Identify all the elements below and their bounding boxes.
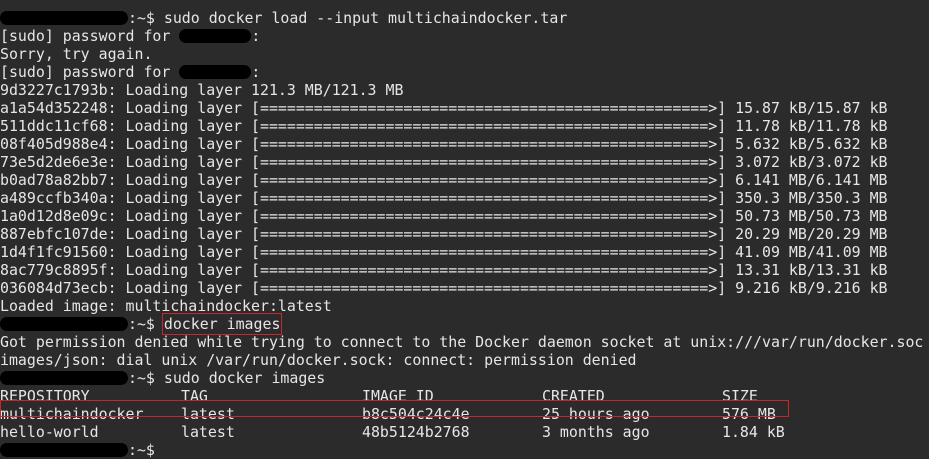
terminal-line: :~$ docker images <box>0 313 929 335</box>
redacted-username <box>179 64 252 79</box>
table-cell: 3 months ago <box>542 423 650 441</box>
output-text: 08f405d988e4: Loading layer [===========… <box>0 135 888 153</box>
terminal-line-final-prompt: :~$ <box>0 441 929 459</box>
terminal-line: images/json: dial unix /var/run/docker.s… <box>0 351 929 369</box>
terminal-line: 1a0d12d8e09c: Loading layer [===========… <box>0 207 929 225</box>
terminal-line: [sudo] password for : <box>0 63 929 81</box>
output-text: 1d4f1fc91560: Loading layer [===========… <box>0 243 888 261</box>
table-cell: 576 MB <box>722 405 776 423</box>
output-text: 8ac779c8895f: Loading layer [===========… <box>0 261 888 279</box>
redacted-username <box>0 10 128 25</box>
command-text: sudo docker load --input multichaindocke… <box>154 9 568 27</box>
terminal-line: 9d3227c1793b: Loading layer 121.3 MB/121… <box>0 81 929 99</box>
sudo-prompt-suffix: : <box>251 27 261 45</box>
terminal-line: 036084d73ecb: Loading layer [===========… <box>0 279 929 297</box>
table-header-cell: SIZE <box>722 387 758 405</box>
output-text: 73e5d2de6e3e: Loading layer [===========… <box>0 153 888 171</box>
table-header-cell: REPOSITORY <box>0 387 90 405</box>
redacted-username <box>0 316 128 331</box>
table-cell: 1.84 kB <box>722 423 785 441</box>
terminal-output[interactable]: :~$ sudo docker load --input multichaind… <box>0 0 929 459</box>
highlighted-command: docker images <box>161 313 283 335</box>
prompt-symbol: :~$ <box>128 441 155 459</box>
terminal-line: 511ddc11cf68: Loading layer [===========… <box>0 117 929 135</box>
redacted-username <box>0 442 128 457</box>
prompt-symbol: :~$ <box>128 315 155 333</box>
table-header-cell: TAG <box>181 387 208 405</box>
terminal-line: :~$ sudo docker load --input multichaind… <box>0 9 929 27</box>
output-text: 1a0d12d8e09c: Loading layer [===========… <box>0 207 888 225</box>
terminal-line: 73e5d2de6e3e: Loading layer [===========… <box>0 153 929 171</box>
terminal-line: 1d4f1fc91560: Loading layer [===========… <box>0 243 929 261</box>
output-text: b0ad78a82bb7: Loading layer [===========… <box>0 171 888 189</box>
table-header-cell: CREATED <box>542 387 605 405</box>
redacted-username <box>0 370 128 385</box>
terminal-line: 08f405d988e4: Loading layer [===========… <box>0 135 929 153</box>
terminal-line: Got permission denied while trying to co… <box>0 333 929 351</box>
sudo-prompt-suffix: : <box>251 63 261 81</box>
output-text: 511ddc11cf68: Loading layer [===========… <box>0 117 888 135</box>
sudo-prompt-text: [sudo] password for <box>0 63 180 81</box>
output-text: images/json: dial unix /var/run/docker.s… <box>0 351 637 369</box>
images-table-header: REPOSITORY TAG IMAGE ID CREATED SIZE <box>0 387 929 405</box>
sudo-prompt-text: [sudo] password for <box>0 27 180 45</box>
table-cell: multichaindocker <box>0 405 144 423</box>
images-table-row: multichaindocker latest b8c504c24c4e 25 hou… <box>0 405 929 423</box>
output-text: Got permission denied while trying to co… <box>0 333 924 351</box>
terminal-line: [sudo] password for : <box>0 27 929 45</box>
terminal-line: Sorry, try again. <box>0 45 929 63</box>
output-text: a1a54d352248: Loading layer [===========… <box>0 99 888 117</box>
terminal-line: b0ad78a82bb7: Loading layer [===========… <box>0 171 929 189</box>
terminal-line-cutoff <box>0 0 929 9</box>
output-text: a489ccfb340a: Loading layer [===========… <box>0 189 888 207</box>
command-text: sudo docker images <box>154 369 326 387</box>
output-text: 887ebfc107de: Loading layer [===========… <box>0 225 888 243</box>
images-table-row: hello-world latest 48b5124b2768 3 months ag… <box>0 423 929 441</box>
terminal-line: 8ac779c8895f: Loading layer [===========… <box>0 261 929 279</box>
prompt-symbol: :~$ <box>128 9 155 27</box>
terminal-line: 887ebfc107de: Loading layer [===========… <box>0 225 929 243</box>
table-header-cell: IMAGE ID <box>362 387 434 405</box>
table-cell: 48b5124b2768 <box>362 423 470 441</box>
terminal-line: :~$ sudo docker images <box>0 369 929 387</box>
redacted-username <box>179 28 252 43</box>
output-text: Sorry, try again. <box>0 45 153 63</box>
terminal-line: a489ccfb340a: Loading layer [===========… <box>0 189 929 207</box>
table-cell: hello-world <box>0 423 99 441</box>
terminal-line: a1a54d352248: Loading layer [===========… <box>0 99 929 117</box>
output-text: 9d3227c1793b: Loading layer 121.3 MB/121… <box>0 81 404 99</box>
table-cell: latest <box>181 405 235 423</box>
terminal-line: Loaded image: multichaindocker:latest <box>0 297 929 315</box>
table-cell: 25 hours ago <box>542 405 650 423</box>
output-text: Loaded image: multichaindocker:latest <box>0 297 332 315</box>
output-text: 036084d73ecb: Loading layer [===========… <box>0 279 888 297</box>
table-cell: latest <box>181 423 235 441</box>
prompt-symbol: :~$ <box>128 369 155 387</box>
table-cell: b8c504c24c4e <box>362 405 470 423</box>
